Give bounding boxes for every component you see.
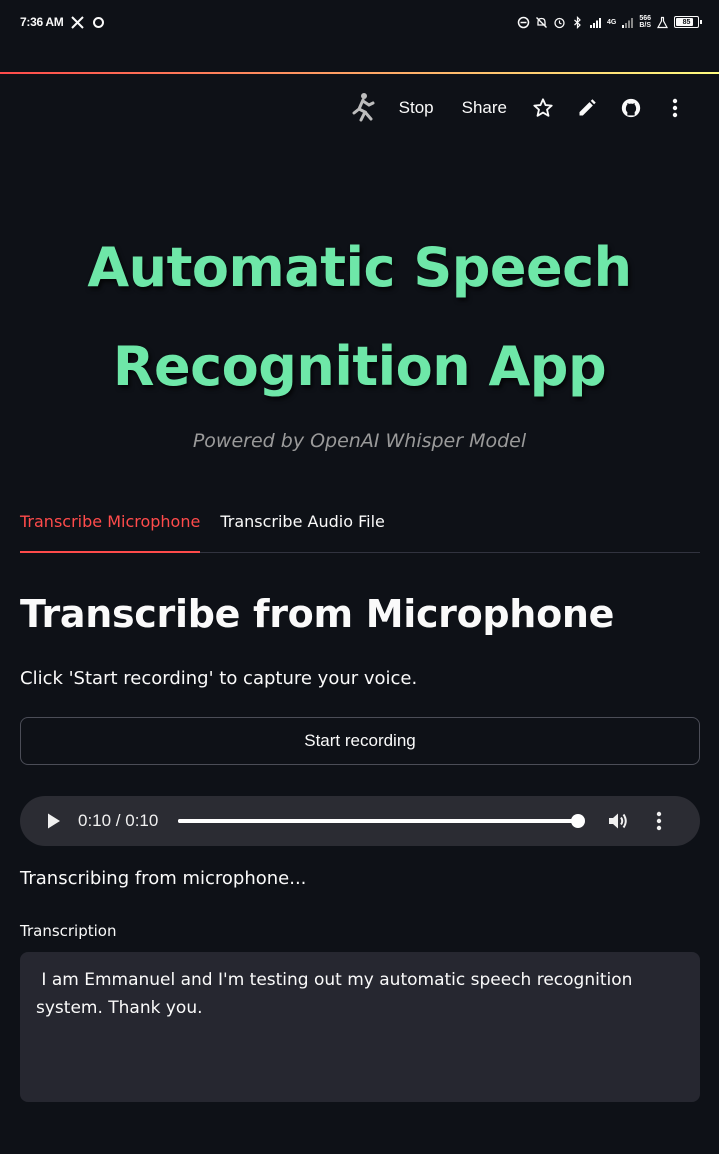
volume-icon[interactable] bbox=[606, 808, 632, 834]
page-title: Automatic Speech Recognition App bbox=[87, 236, 632, 398]
battery-icon: 85 bbox=[674, 16, 702, 28]
audio-seek-fill bbox=[178, 819, 579, 823]
network-type: 4G bbox=[606, 18, 617, 26]
bluetooth-icon bbox=[571, 15, 584, 29]
mute-icon bbox=[535, 16, 548, 29]
flask-icon bbox=[656, 16, 669, 29]
edit-pencil-icon[interactable] bbox=[565, 88, 609, 128]
audio-seek-bar[interactable] bbox=[178, 814, 586, 828]
net-speed-value: 566 bbox=[639, 15, 651, 22]
net-speed: 566 B/S bbox=[639, 15, 651, 29]
status-left: 7:36 AM bbox=[20, 15, 105, 29]
header-decoration-line bbox=[0, 72, 719, 74]
section-heading: Transcribe from Microphone bbox=[20, 592, 615, 636]
net-speed-unit: B/S bbox=[639, 22, 651, 29]
transcription-label: Transcription bbox=[20, 922, 117, 940]
more-menu-icon[interactable] bbox=[653, 88, 697, 128]
star-icon[interactable] bbox=[521, 88, 565, 128]
x-app-icon bbox=[71, 15, 85, 29]
tab-bar: Transcribe Microphone Transcribe Audio F… bbox=[20, 506, 700, 553]
tab-transcribe-microphone[interactable]: Transcribe Microphone bbox=[20, 506, 201, 553]
stop-button[interactable]: Stop bbox=[385, 88, 448, 128]
battery-level: 85 bbox=[682, 18, 691, 26]
tab-transcribe-audio-file[interactable]: Transcribe Audio File bbox=[220, 506, 385, 553]
transcription-textarea[interactable]: I am Emmanuel and I'm testing out my aut… bbox=[20, 952, 700, 1102]
app-toolbar: Stop Share bbox=[343, 88, 697, 128]
signal-icon bbox=[589, 16, 602, 29]
alarm-icon bbox=[553, 16, 566, 29]
start-recording-button[interactable]: Start recording bbox=[20, 717, 700, 765]
signal-2-icon bbox=[621, 16, 634, 29]
audio-player: 0:10 / 0:10 bbox=[20, 796, 700, 846]
circle-app-icon bbox=[92, 16, 105, 29]
share-button[interactable]: Share bbox=[448, 88, 521, 128]
running-man-icon bbox=[343, 88, 383, 128]
instruction-text: Click 'Start recording' to capture your … bbox=[20, 668, 418, 689]
play-icon[interactable] bbox=[42, 809, 66, 833]
page-subtitle: Powered by OpenAI Whisper Model bbox=[192, 430, 527, 452]
player-more-icon[interactable] bbox=[646, 808, 672, 834]
audio-seek-thumb[interactable] bbox=[571, 814, 586, 828]
github-icon[interactable] bbox=[609, 88, 653, 128]
status-bar: 7:36 AM 4G 566 B/S 85 bbox=[0, 0, 719, 44]
status-right: 4G 566 B/S 85 bbox=[517, 15, 702, 29]
status-time: 7:36 AM bbox=[20, 15, 64, 29]
transcribing-status: Transcribing from microphone... bbox=[20, 868, 307, 889]
audio-time-display: 0:10 / 0:10 bbox=[78, 811, 159, 830]
dnd-icon bbox=[517, 16, 530, 29]
